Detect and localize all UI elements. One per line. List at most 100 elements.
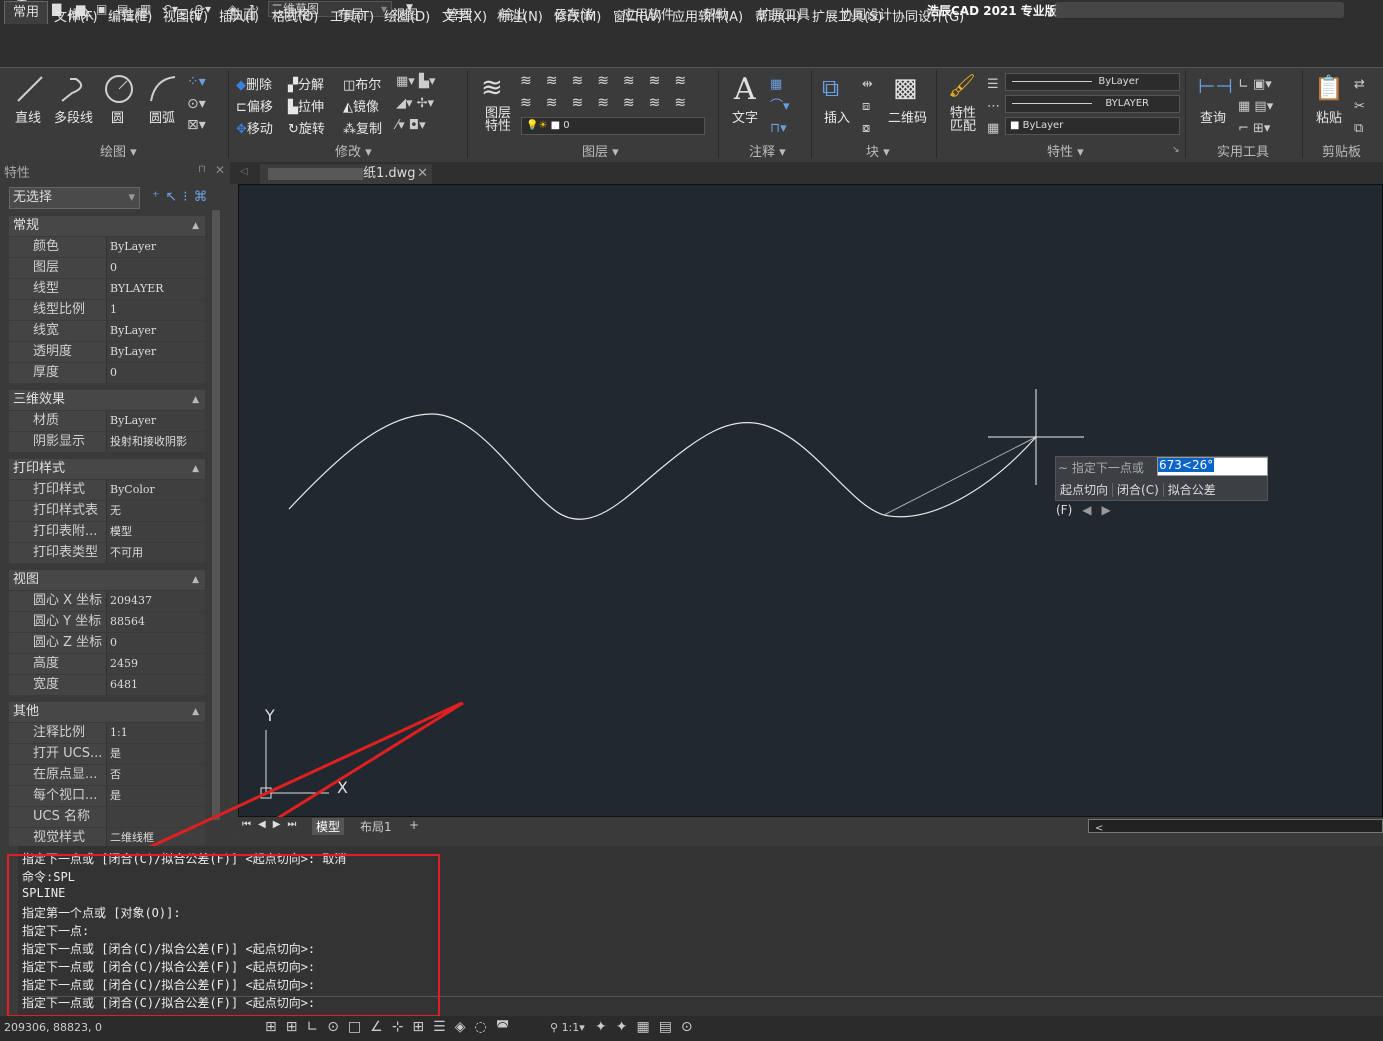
group-title-draw[interactable]: 绘图 ▾ xyxy=(100,141,137,160)
options-prev-icon[interactable]: ◀ xyxy=(1076,503,1091,517)
copy-button[interactable]: ⁂复制 xyxy=(343,118,382,137)
property-value[interactable]: 0 xyxy=(106,633,205,653)
line-icon[interactable] xyxy=(14,73,46,105)
tab-output[interactable]: 输出 xyxy=(500,4,526,23)
options-next-icon[interactable]: ▶ xyxy=(1092,503,1111,517)
erase-button[interactable]: ◆删除 xyxy=(236,74,272,93)
horizontal-scrollbar[interactable]: < xyxy=(1088,819,1383,834)
rectangle-icon[interactable]: ⁘▾ xyxy=(187,74,206,90)
query-button[interactable]: 查询 xyxy=(1200,107,1226,126)
rotate-button[interactable]: ↻旋转 xyxy=(288,118,325,137)
tab-insert[interactable]: 插入 xyxy=(68,4,94,23)
layer-tools-row1-icon[interactable]: ≋≋≋≋≋≋≋ xyxy=(520,73,700,89)
qrcode-button[interactable]: 二维码 xyxy=(888,107,927,126)
property-row[interactable]: 材质 ByLayer xyxy=(9,411,205,431)
section-header[interactable]: 视图 ▲ xyxy=(9,570,205,590)
group-title-annotate[interactable]: 注释 ▾ xyxy=(749,141,786,160)
array-icon[interactable]: ▦▾ ▙▾ xyxy=(396,74,435,89)
property-row[interactable]: 阴影显示 投射和接收阴影 xyxy=(9,432,205,452)
collapse-icon[interactable]: ▲ xyxy=(192,390,199,410)
property-row[interactable]: 打印样式 ByColor xyxy=(9,480,205,500)
close-icon[interactable]: ✕ xyxy=(215,163,225,177)
hatch-icon[interactable]: ⊠▾ xyxy=(187,117,206,133)
tab-collab[interactable]: 协同设计 xyxy=(840,4,892,23)
collapse-icon[interactable]: ▲ xyxy=(192,459,199,479)
circle-icon[interactable] xyxy=(103,73,135,105)
layer-tools-row2-icon[interactable]: ≋≋≋≋≋≋≋ xyxy=(520,95,700,111)
boolean-button[interactable]: ◫布尔 xyxy=(343,74,381,93)
option-start-tangent[interactable]: 起点切向 xyxy=(1056,483,1114,497)
section-header[interactable]: 三维效果 ▲ xyxy=(9,390,205,410)
property-value[interactable]: ByColor xyxy=(106,480,205,500)
tab-surface[interactable]: 曲面 xyxy=(230,4,256,23)
layer-select[interactable]: 💡☀ ■ 0 xyxy=(521,117,705,135)
explode-button[interactable]: ▞分解 xyxy=(288,74,324,93)
tab-annotate[interactable]: 注释 xyxy=(122,4,148,23)
polyline-label[interactable]: 多段线 xyxy=(54,107,93,126)
property-row[interactable]: 图层 0 xyxy=(9,258,205,278)
property-row[interactable]: 厚度 0 xyxy=(9,363,205,383)
tab-help[interactable]: 帮助 xyxy=(703,4,729,23)
tab-3d[interactable]: 三维 xyxy=(176,4,202,23)
property-row[interactable]: 线型比例 1 xyxy=(9,300,205,320)
quick-select-icons[interactable]: ⁺↖⁝⌘ xyxy=(152,189,214,205)
property-value[interactable]: 无 xyxy=(106,501,205,521)
tab-view[interactable]: 视图 xyxy=(392,4,418,23)
qrcode-icon[interactable]: ▩ xyxy=(893,73,918,103)
spline-curve[interactable] xyxy=(288,413,1037,520)
layer-properties-button[interactable]: 图层 特性 xyxy=(485,107,511,133)
property-value[interactable]: 不可用 xyxy=(106,543,205,563)
text-icon[interactable]: A xyxy=(734,72,756,107)
tab-common[interactable]: 常用 xyxy=(4,1,49,24)
property-row[interactable]: 打印表类型 不可用 xyxy=(9,543,205,563)
dynamic-input-field[interactable]: 673<26° xyxy=(1157,457,1268,476)
group-title-layers[interactable]: 图层 ▾ xyxy=(582,141,619,160)
match-properties-button[interactable]: 特性 匹配 xyxy=(950,107,976,133)
polyline-icon[interactable] xyxy=(58,73,90,105)
circle-label[interactable]: 圆 xyxy=(111,107,124,126)
measure-icon[interactable]: ⊢⊣ xyxy=(1198,74,1233,98)
tab-add-layout[interactable]: + xyxy=(405,818,423,832)
collapse-icon[interactable]: ▲ xyxy=(192,570,199,590)
property-row[interactable]: 打印表附... 模型 xyxy=(9,522,205,542)
tab-scroll-left-icon[interactable]: ◁ xyxy=(240,166,248,177)
layer-properties-icon[interactable]: ≋ xyxy=(481,73,503,103)
collapse-icon[interactable]: ▲ xyxy=(192,216,199,236)
insert-block-icon[interactable]: ⧉ xyxy=(822,74,839,102)
paste-button[interactable]: 粘贴 xyxy=(1316,107,1342,126)
property-row[interactable]: 透明度 ByLayer xyxy=(9,342,205,362)
utilities-icons[interactable]: ∟ ▣▾ ▦ ▤▾ ⌐ ⊞▾ xyxy=(1238,74,1273,140)
group-title-modify[interactable]: 修改 ▾ xyxy=(335,141,372,160)
menu-collab[interactable]: 协同设计(G) xyxy=(892,6,964,25)
arc-label[interactable]: 圆弧 xyxy=(149,107,175,126)
insert-block-button[interactable]: 插入 xyxy=(824,107,850,126)
tab-manage[interactable]: 管理 xyxy=(446,4,472,23)
option-close[interactable]: 闭合(C) xyxy=(1113,483,1164,497)
group-title-block[interactable]: 块 ▾ xyxy=(866,141,890,160)
mirror-button[interactable]: ◭镜像 xyxy=(343,96,379,115)
offset-button[interactable]: ⊏偏移 xyxy=(236,96,273,115)
property-value[interactable]: ByLayer xyxy=(106,321,205,341)
paste-icon[interactable]: 📋 xyxy=(1314,74,1344,102)
cut-copy-icons[interactable]: ⇄ ✂ ⧉ xyxy=(1354,74,1365,140)
trim-icon[interactable]: ⁄▾ ◘▾ xyxy=(396,118,426,133)
tab-layout[interactable]: 布局 xyxy=(338,4,364,23)
fillet-icon[interactable]: ◢▾ ✢▾ xyxy=(396,96,434,111)
tab-apps[interactable]: 应用软件 xyxy=(622,4,674,23)
arc-icon[interactable] xyxy=(147,73,179,105)
property-row[interactable]: 圆心 Z 坐标 0 xyxy=(9,633,205,653)
property-value[interactable]: ByLayer xyxy=(106,342,205,362)
property-row[interactable]: 圆心 X 坐标 209437 xyxy=(9,591,205,611)
tab-extensions[interactable]: 扩展工具 xyxy=(758,4,810,23)
property-row[interactable]: 打印样式表无 xyxy=(9,501,205,521)
status-toggle-icons[interactable]: ⊞⊞∟⊙□∠⊹⊞☰◈◌◚ xyxy=(265,1019,518,1035)
property-value[interactable]: 投射和接收阴影 xyxy=(106,432,205,452)
section-header[interactable]: 打印样式 ▲ xyxy=(9,459,205,479)
property-value[interactable]: 模型 xyxy=(106,522,205,542)
property-row[interactable]: 宽度 6481 xyxy=(9,675,205,695)
lineweight-select[interactable]: BYLAYER xyxy=(1005,95,1180,113)
property-value[interactable]: BYLAYER xyxy=(106,279,205,299)
property-value[interactable]: 6481 xyxy=(106,675,205,695)
color-select[interactable]: ■ ByLayer xyxy=(1005,117,1180,135)
section-header[interactable]: 常规 ▲ xyxy=(9,216,205,236)
